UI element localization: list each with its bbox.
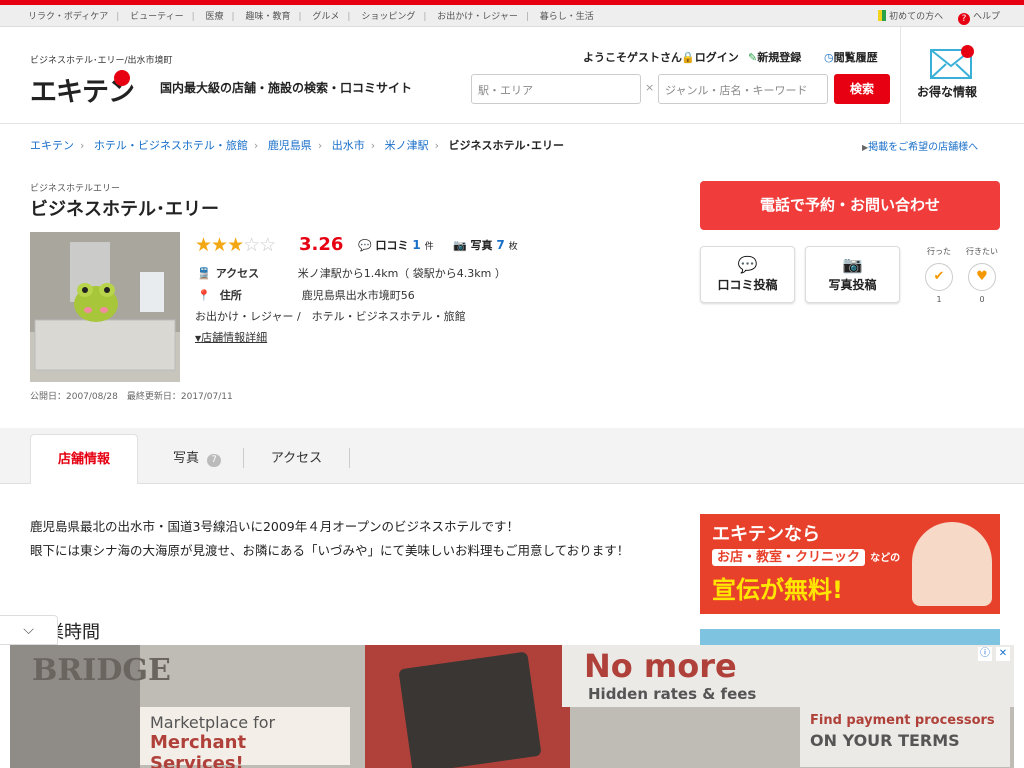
star-full-icon: ★ — [211, 234, 228, 256]
nav-relax[interactable]: リラク・ボディケア — [28, 12, 108, 22]
shop-photo[interactable] — [30, 232, 180, 382]
people-illustration — [912, 522, 992, 606]
went-button[interactable]: 行った ✔ 1 — [919, 246, 959, 304]
nav-shopping[interactable]: ショッピング — [361, 12, 415, 22]
camera-icon: 📷 — [842, 255, 863, 274]
nav-leisure[interactable]: お出かけ・レジャー — [437, 12, 518, 22]
camera-icon: 📷 — [453, 239, 467, 252]
call-reserve-button[interactable]: 電話で予約・お問い合わせ — [700, 181, 1000, 230]
nav-gourmet[interactable]: グルメ — [312, 12, 339, 22]
star-full-icon: ★ — [195, 234, 212, 256]
advertise-link[interactable]: ▶掲載をご希望の店舗様へ — [862, 138, 978, 153]
address-row: 📍 住所 鹿児島県出水市境町56 — [197, 289, 415, 302]
collapse-ad-button[interactable]: ⌵ — [0, 615, 58, 645]
welcome-text: ようこそゲストさん — [583, 51, 682, 64]
clear-icon[interactable]: × — [645, 81, 654, 94]
tab-access[interactable]: アクセス — [244, 434, 349, 484]
nav-beauty[interactable]: ビューティー — [130, 12, 183, 22]
deals-label: お得な情報 — [917, 85, 978, 99]
nav-medical[interactable]: 医療 — [206, 12, 224, 22]
published-dates: 公開日：2007/08/28 最終更新日：2017/07/11 — [30, 392, 233, 402]
details-link[interactable]: ▼店舗情報詳細 — [195, 329, 267, 345]
lock-icon: 🔒 — [681, 51, 695, 64]
history-icon: ◷ — [824, 51, 834, 64]
access-row: 🚆 アクセス 米ノ津駅から1.4km（ 袋駅から4.3km ） — [197, 267, 506, 280]
review-count[interactable]: 💬 口コミ 1 件 — [358, 237, 434, 253]
shop-furigana: ビジネスホテルエリー — [30, 184, 121, 194]
station-search-input[interactable]: 駅・エリア — [471, 74, 641, 104]
register-link[interactable]: ✎新規登録 — [748, 49, 801, 65]
pencil-icon: ✎ — [748, 51, 758, 64]
site-tagline: 国内最大級の店舗・施設の検索・口コミサイト — [160, 81, 413, 95]
heart-icon: ♥ — [968, 263, 996, 291]
post-photo-button[interactable]: 📷 写真投稿 — [805, 246, 900, 303]
star-full-icon: ★ — [227, 234, 244, 256]
nav-hobby[interactable]: 趣味・教育 — [245, 12, 290, 22]
page-title: ビジネスホテル･エリー — [30, 199, 219, 220]
rating-stars: ★★★☆☆ — [195, 234, 276, 256]
bottom-ad-banner[interactable]: BRIDGE Marketplace for Merchant Services… — [10, 645, 1014, 768]
chevron-down-icon: ⌵ — [23, 622, 34, 638]
deals-button[interactable]: お得な情報 — [900, 27, 1024, 124]
want-to-go-button[interactable]: 行きたい ♥ 0 — [962, 246, 1002, 304]
address-value: 鹿児島県出水市境町56 — [301, 289, 415, 302]
breadcrumb-station[interactable]: 米ノ津駅 — [385, 139, 429, 152]
check-icon: ✔ — [925, 263, 953, 291]
speech-bubble-icon: 💬 — [358, 239, 372, 252]
notification-dot-icon — [961, 45, 974, 58]
beginner-link[interactable]: 初めての方へ — [889, 12, 943, 22]
breadcrumb-category[interactable]: ホテル・ビジネスホテル・旅館 — [94, 139, 248, 152]
train-icon: 🚆 — [197, 267, 211, 280]
tab-divider — [349, 448, 350, 468]
post-review-button[interactable]: 💬 口コミ投稿 — [700, 246, 795, 303]
breadcrumb-current: ビジネスホテル･エリー — [448, 139, 565, 152]
help-icon: ? — [957, 13, 970, 25]
beginner-icon — [878, 10, 887, 21]
tab-photos[interactable]: 写真 7 — [152, 434, 242, 484]
category-nav: リラク・ボディケア | ビューティー | 医療 | 趣味・教育 | グルメ | ショッピン… — [0, 5, 1024, 27]
star-empty-icon: ☆ — [243, 234, 260, 256]
help-link[interactable]: ヘルプ — [973, 12, 1000, 22]
breadcrumb-city[interactable]: 出水市 — [332, 139, 365, 152]
breadcrumb-prefecture[interactable]: 鹿児島県 — [268, 139, 312, 152]
ad-info-icon[interactable]: ⓘ — [978, 647, 992, 661]
shop-categories[interactable]: お出かけ・レジャー / ホテル・ビジネスホテル・旅館 — [195, 308, 466, 324]
keyword-search-input[interactable]: ジャンル・店名・キーワード — [658, 74, 828, 104]
star-empty-icon: ☆ — [259, 234, 276, 256]
logo-subtitle: ビジネスホテル･エリー/出水市境町 — [30, 56, 173, 66]
photos-badge: 7 — [207, 454, 221, 467]
speech-bubble-icon: 💬 — [737, 255, 758, 274]
logo-dot-icon — [114, 70, 130, 86]
ad-close-icon[interactable]: ✕ — [996, 647, 1010, 661]
tab-shop-info[interactable]: 店舗情報 — [30, 434, 138, 484]
access-value: 米ノ津駅から1.4km（ 袋駅から4.3km ） — [297, 267, 506, 280]
history-link[interactable]: ◷閲覧履歴 — [824, 49, 878, 65]
breadcrumb: エキテン › ホテル・ビジネスホテル・旅館 › 鹿児島県 › 出水市 › 米ノ津駅 › ビ… — [30, 139, 565, 152]
search-button[interactable]: 検索 — [834, 74, 890, 104]
login-link[interactable]: 🔒ログイン — [681, 49, 739, 65]
shop-description: 鹿児島県最北の出水市・国道3号線沿いに2009年４月オープンのビジネスホテルです… — [30, 519, 630, 558]
breadcrumb-home[interactable]: エキテン — [30, 139, 74, 152]
location-pin-icon: 📍 — [197, 289, 211, 302]
photo-count[interactable]: 📷 写真 7 枚 — [453, 237, 518, 253]
promo-banner[interactable]: エキテンなら お店・教室・クリニック などの 宣伝が無料! — [700, 514, 1000, 614]
nav-living[interactable]: 暮らし・生活 — [540, 12, 594, 22]
rating-score: 3.26 — [299, 234, 344, 255]
